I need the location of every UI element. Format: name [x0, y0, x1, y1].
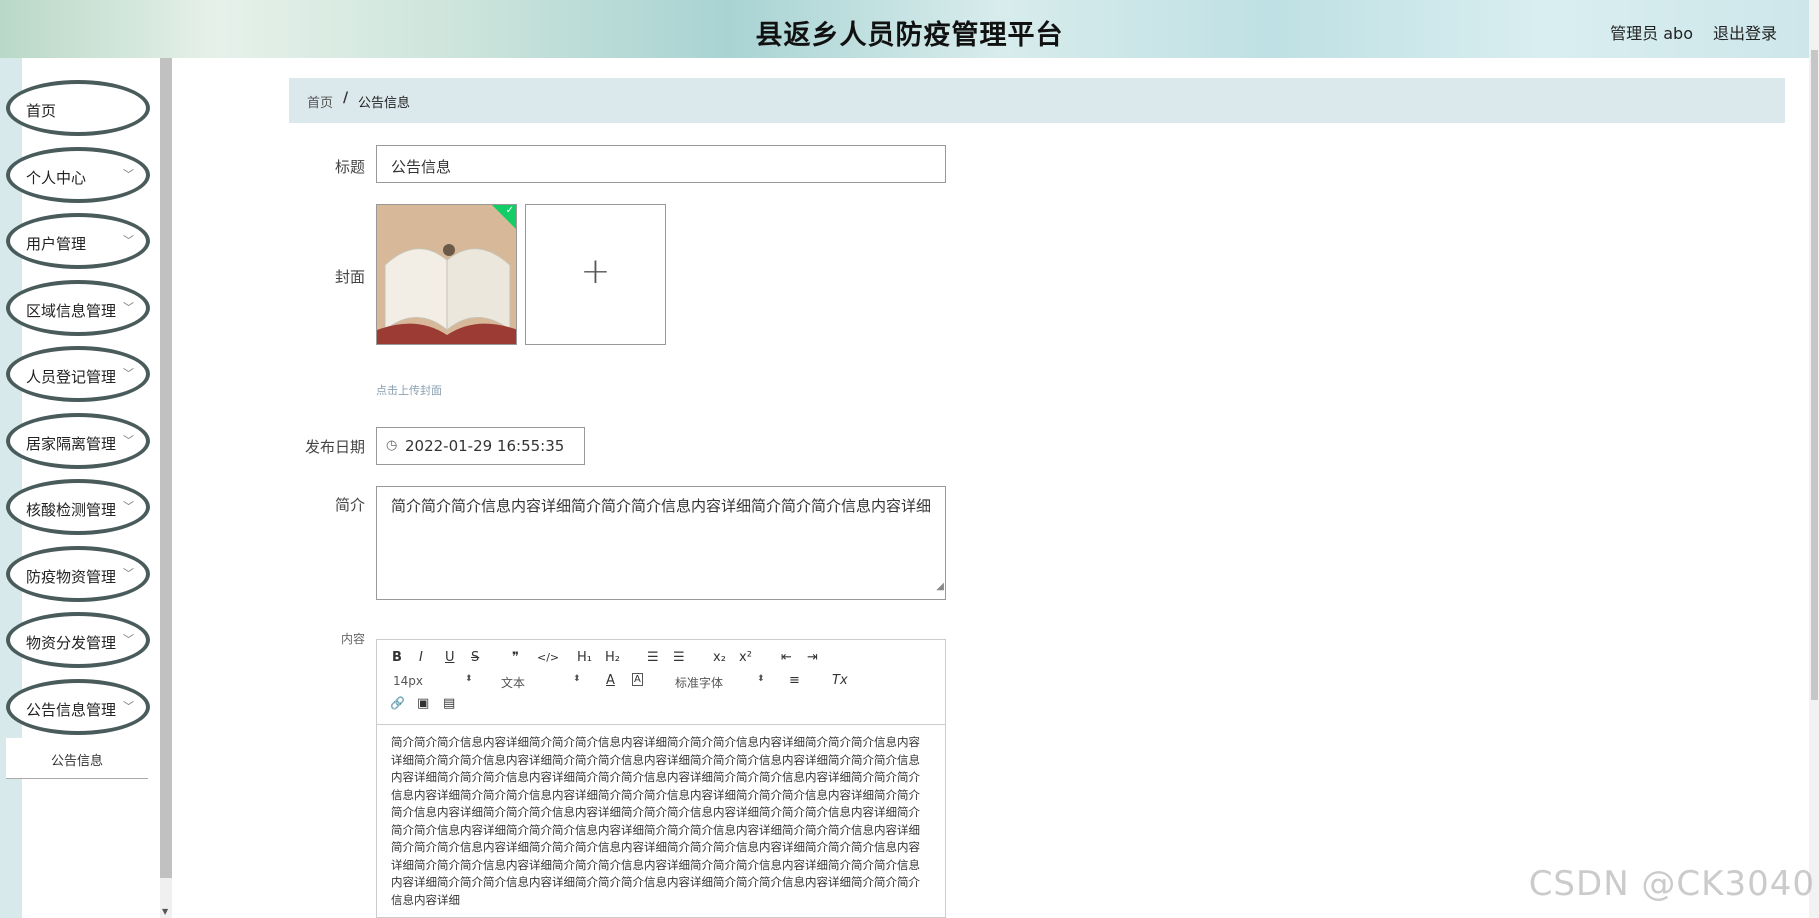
chevron-down-icon: ﹀ [123, 234, 134, 247]
font-family-select[interactable]: 标准字体 [675, 674, 723, 691]
sidebar-item-label: 人员登记管理 [26, 368, 117, 386]
sidebar-item-label: 公告信息管理 [26, 701, 117, 719]
chevron-down-icon: ﹀ [123, 700, 134, 713]
header-format-select[interactable]: 文本 [501, 674, 525, 691]
sidebar: 首页 个人中心 ﹀ 用户管理 ﹀ 区域信息管理 ﹀ 人员登记管理 ﹀ 居家隔离管… [0, 58, 160, 918]
text-color-button[interactable]: A [606, 673, 615, 688]
clock-icon: ◷ [386, 438, 398, 453]
video-button[interactable]: ▤ [443, 696, 455, 711]
superscript-button[interactable]: x² [739, 650, 752, 665]
logout-link[interactable]: 退出登录 [1713, 20, 1777, 44]
sidebar-item-home[interactable]: 首页 [6, 80, 150, 136]
font-select-arrows-icon: ⬍ [757, 674, 765, 684]
current-user-label: 管理员 abo [1610, 24, 1693, 43]
content-label: 内容 [340, 632, 365, 646]
chevron-down-icon: ﹀ [123, 567, 134, 580]
background-color-button[interactable]: A [632, 673, 643, 686]
cover-image[interactable]: ✓ [376, 204, 517, 345]
sidebar-item-region-info[interactable]: 区域信息管理 ﹀ [6, 280, 150, 336]
uploaded-check-badge: ✓ [492, 205, 516, 229]
image-button[interactable]: ▣ [417, 696, 429, 711]
sidebar-item-distribution[interactable]: 物资分发管理 ﹀ [6, 612, 150, 668]
cover-upload-button[interactable]: + [525, 204, 666, 345]
sidebar-item-user-management[interactable]: 用户管理 ﹀ [6, 213, 150, 269]
sidebar-item-label: 首页 [26, 102, 57, 120]
resize-handle-icon[interactable]: ◢ [936, 576, 944, 598]
sidebar-item-label: 用户管理 [26, 235, 87, 253]
chevron-down-icon: ﹀ [123, 301, 134, 314]
sidebar-item-label: 核酸检测管理 [26, 501, 117, 519]
app-header: 县返乡人员防疫管理平台 管理员 abo 退出登录 [0, 0, 1819, 58]
editor-content[interactable]: 简介简介简介信息内容详细简介简介简介信息内容详细简介简介简介信息内容详细简介简介… [391, 734, 931, 909]
blockquote-button[interactable]: ❞ [512, 650, 519, 665]
date-value: 2022-01-29 16:55:35 [405, 437, 565, 455]
subscript-button[interactable]: x₂ [713, 650, 726, 665]
sidebar-scrollbar-thumb[interactable] [160, 58, 172, 878]
sidebar-item-label: 居家隔离管理 [26, 435, 117, 453]
editor-toolbar: B I U S ❞ </> H₁ H₂ ☰ ☰ x₂ x² ⇤ ⇥ 14px ⬍… [377, 640, 945, 725]
sidebar-item-announcements[interactable]: 公告信息管理 ﹀ [6, 679, 150, 735]
font-size-select[interactable]: 14px [393, 674, 423, 688]
intro-value: 简介简介简介信息内容详细简介简介简介信息内容详细简介简介简介信息内容详细 [391, 497, 932, 515]
sidebar-item-label: 物资分发管理 [26, 634, 117, 652]
title-input-value: 公告信息 [391, 158, 452, 176]
chevron-down-icon: ﹀ [123, 633, 134, 646]
bold-button[interactable]: B [392, 650, 402, 665]
sidebar-scrollbar[interactable]: ▼ [160, 58, 172, 918]
submenu-item-announcement-info[interactable]: 公告信息 [6, 738, 148, 779]
intro-textarea[interactable]: 简介简介简介信息内容详细简介简介简介信息内容详细简介简介简介信息内容详细 ◢ [376, 486, 946, 600]
strike-button[interactable]: S [471, 650, 479, 665]
cover-label: 封面 [334, 268, 365, 286]
chevron-down-icon: ﹀ [123, 168, 134, 181]
clear-format-button[interactable]: Tx [832, 673, 848, 688]
breadcrumb-separator: / [343, 90, 349, 106]
rich-text-editor[interactable]: B I U S ❞ </> H₁ H₂ ☰ ☰ x₂ x² ⇤ ⇥ 14px ⬍… [376, 639, 946, 918]
page-scrollbar[interactable] [1809, 0, 1819, 918]
submenu-item-label: 公告信息 [50, 754, 103, 769]
h1-button[interactable]: H₁ [577, 650, 592, 665]
date-picker[interactable]: ◷ 2022-01-29 16:55:35 [376, 427, 585, 465]
title-input[interactable]: 公告信息 [376, 145, 946, 183]
sidebar-item-person-registration[interactable]: 人员登记管理 ﹀ [6, 346, 150, 402]
chevron-down-icon: ﹀ [123, 500, 134, 513]
app-title: 县返乡人员防疫管理平台 [755, 20, 1064, 51]
breadcrumb-home[interactable]: 首页 [307, 92, 333, 111]
page-scrollbar-thumb[interactable] [1811, 50, 1818, 700]
header-select-arrows-icon: ⬍ [573, 674, 581, 684]
sidebar-item-home-quarantine[interactable]: 居家隔离管理 ﹀ [6, 413, 150, 469]
italic-button[interactable]: I [419, 650, 423, 665]
code-block-button[interactable]: </> [537, 651, 559, 664]
breadcrumb-current: 公告信息 [358, 96, 411, 111]
chevron-down-icon: ﹀ [123, 367, 134, 380]
indent-button[interactable]: ⇥ [807, 650, 818, 665]
underline-button[interactable]: U [445, 650, 455, 665]
chevron-down-icon: ﹀ [123, 434, 134, 447]
align-button[interactable]: ≡ [789, 673, 800, 688]
sidebar-item-personal-center[interactable]: 个人中心 ﹀ [6, 147, 150, 203]
ordered-list-button[interactable]: ☰ [647, 650, 659, 665]
sidebar-item-nucleic-test[interactable]: 核酸检测管理 ﹀ [6, 479, 150, 535]
upload-hint: 点击上传封面 [376, 384, 442, 397]
sidebar-item-label: 区域信息管理 [26, 302, 117, 320]
plus-icon: + [580, 251, 611, 292]
sidebar-item-label: 个人中心 [26, 169, 87, 187]
scroll-down-arrow-icon[interactable]: ▼ [162, 907, 168, 916]
title-label: 标题 [334, 158, 365, 176]
link-button[interactable]: 🔗 [390, 696, 405, 710]
date-label: 发布日期 [304, 438, 365, 456]
csdn-watermark: CSDN @CK3040 [1528, 864, 1815, 904]
font-size-select-arrows-icon: ⬍ [465, 674, 473, 684]
h2-button[interactable]: H₂ [605, 650, 620, 665]
bullet-list-button[interactable]: ☰ [673, 650, 685, 665]
breadcrumb: 首页 / 公告信息 [289, 78, 1785, 123]
check-icon: ✓ [505, 205, 514, 216]
outdent-button[interactable]: ⇤ [781, 650, 792, 665]
sidebar-item-label: 防疫物资管理 [26, 568, 117, 586]
sidebar-item-supplies[interactable]: 防疫物资管理 ﹀ [6, 546, 150, 602]
intro-label: 简介 [334, 496, 365, 514]
